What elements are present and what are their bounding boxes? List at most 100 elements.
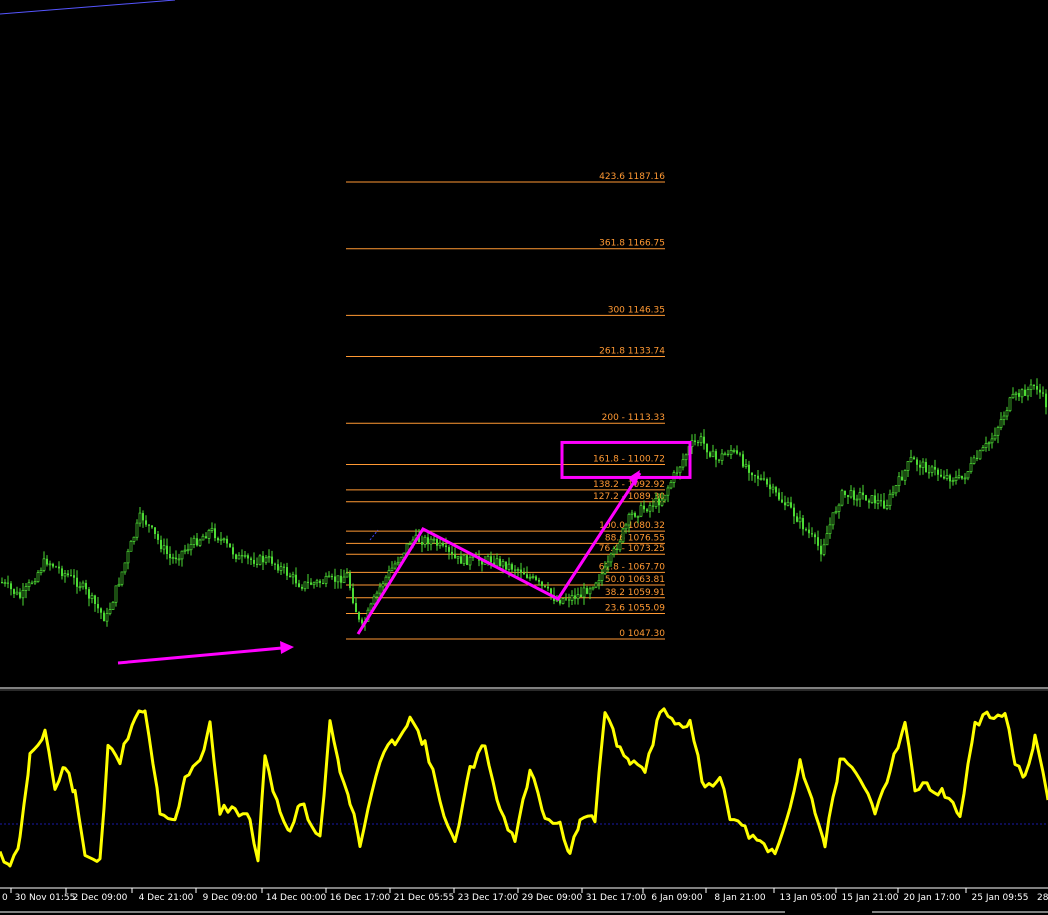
candle-body — [606, 561, 610, 568]
candle-body — [676, 472, 678, 474]
candle-body — [993, 434, 997, 440]
candle-body — [790, 502, 792, 508]
candle-body — [544, 585, 546, 587]
candle-body — [103, 612, 105, 622]
candle-body — [1011, 393, 1015, 399]
candle-body — [63, 573, 67, 577]
candle-body — [88, 589, 90, 599]
time-label: 15 Jan 21:00 — [842, 893, 899, 903]
candle-body — [85, 583, 87, 590]
fib-level-label: 0 1047.30 — [619, 629, 665, 639]
candle-body — [283, 566, 285, 568]
candle-body — [526, 574, 528, 578]
candle-body — [495, 558, 499, 567]
candle-body — [987, 442, 991, 445]
candle-body — [331, 576, 333, 578]
fib-level-label: 300 1146.35 — [608, 305, 665, 315]
candle-body — [334, 576, 336, 582]
candle-body — [759, 478, 763, 480]
candle-body — [19, 592, 21, 598]
candle-body — [345, 572, 349, 578]
candle-body — [769, 484, 771, 490]
candle-body — [654, 498, 658, 507]
arrow-line — [117, 646, 283, 665]
candle-body — [169, 553, 171, 559]
candle-body — [591, 586, 595, 590]
candle-body — [943, 476, 945, 479]
candle-body — [126, 550, 130, 564]
candle-body — [565, 598, 567, 600]
candle-body — [396, 561, 400, 565]
candle-body — [217, 538, 219, 541]
candle-body — [798, 517, 802, 523]
candle-body — [894, 485, 898, 494]
candle-body — [744, 464, 748, 467]
fib-level-label: 88.6 1076.55 — [605, 533, 665, 543]
candle-body — [874, 495, 876, 504]
candle-body — [643, 505, 645, 510]
candle-body — [1026, 389, 1030, 397]
candle-body — [1036, 386, 1038, 390]
candle-body — [732, 449, 736, 452]
candle-body — [697, 442, 699, 444]
candle-body — [528, 576, 532, 579]
candle-body — [580, 594, 582, 598]
candle-body — [460, 556, 462, 564]
candle-body — [984, 443, 988, 448]
candle-body — [58, 566, 60, 569]
candle-body — [286, 567, 288, 576]
candle-body — [1029, 384, 1033, 390]
candle-body — [837, 504, 841, 512]
candle-body — [778, 492, 780, 500]
candle-body — [1002, 415, 1006, 421]
candle-body — [639, 505, 643, 517]
candle-body — [76, 577, 78, 587]
candle-body — [618, 541, 622, 551]
time-label: 29 Dec 09:00 — [522, 893, 583, 903]
candle-body — [21, 590, 25, 599]
candle-body — [1, 582, 3, 583]
candle-body — [222, 538, 226, 541]
candle-body — [957, 475, 961, 478]
oscillator-line — [0, 707, 1048, 868]
candle-body — [658, 498, 660, 506]
candle-body — [751, 472, 753, 476]
candle-body — [205, 536, 207, 539]
candle-body — [429, 538, 433, 545]
candle-body — [175, 557, 177, 560]
candlesticks — [1, 378, 1047, 631]
candle-body — [52, 563, 54, 567]
candle-body — [274, 563, 276, 565]
candle-body — [865, 495, 867, 501]
fib-level-label: 127.2 - 1089.30 — [593, 492, 665, 502]
candle-body — [123, 562, 127, 573]
candle-body — [646, 509, 648, 512]
candle-body — [868, 500, 870, 503]
candle-body — [516, 569, 520, 571]
time-label: 8 Jan 21:00 — [714, 893, 766, 903]
candle-body — [505, 561, 507, 570]
candle-body — [310, 582, 312, 585]
candle-body — [390, 567, 394, 571]
candle-body — [718, 459, 720, 461]
time-label-partial-left: 0 — [2, 893, 8, 903]
candle-body — [421, 542, 423, 545]
candle-body — [844, 490, 846, 496]
candle-body — [858, 492, 862, 500]
candle-body — [600, 573, 604, 581]
candle-body — [151, 525, 153, 528]
candle-body — [189, 544, 193, 551]
candle-body — [934, 466, 936, 470]
candle-body — [1045, 393, 1047, 408]
candle-body — [372, 596, 376, 605]
candle-body — [24, 586, 28, 591]
time-label: 2 Dec 09:00 — [73, 893, 128, 903]
candle-body — [969, 463, 973, 472]
candle-body — [219, 538, 223, 541]
candle-body — [142, 513, 144, 521]
fib-level-label: 50.0 1063.81 — [605, 575, 665, 585]
candle-body — [1005, 410, 1009, 417]
candle-body — [775, 487, 777, 493]
candle-body — [237, 554, 241, 560]
candle-body — [423, 536, 427, 546]
